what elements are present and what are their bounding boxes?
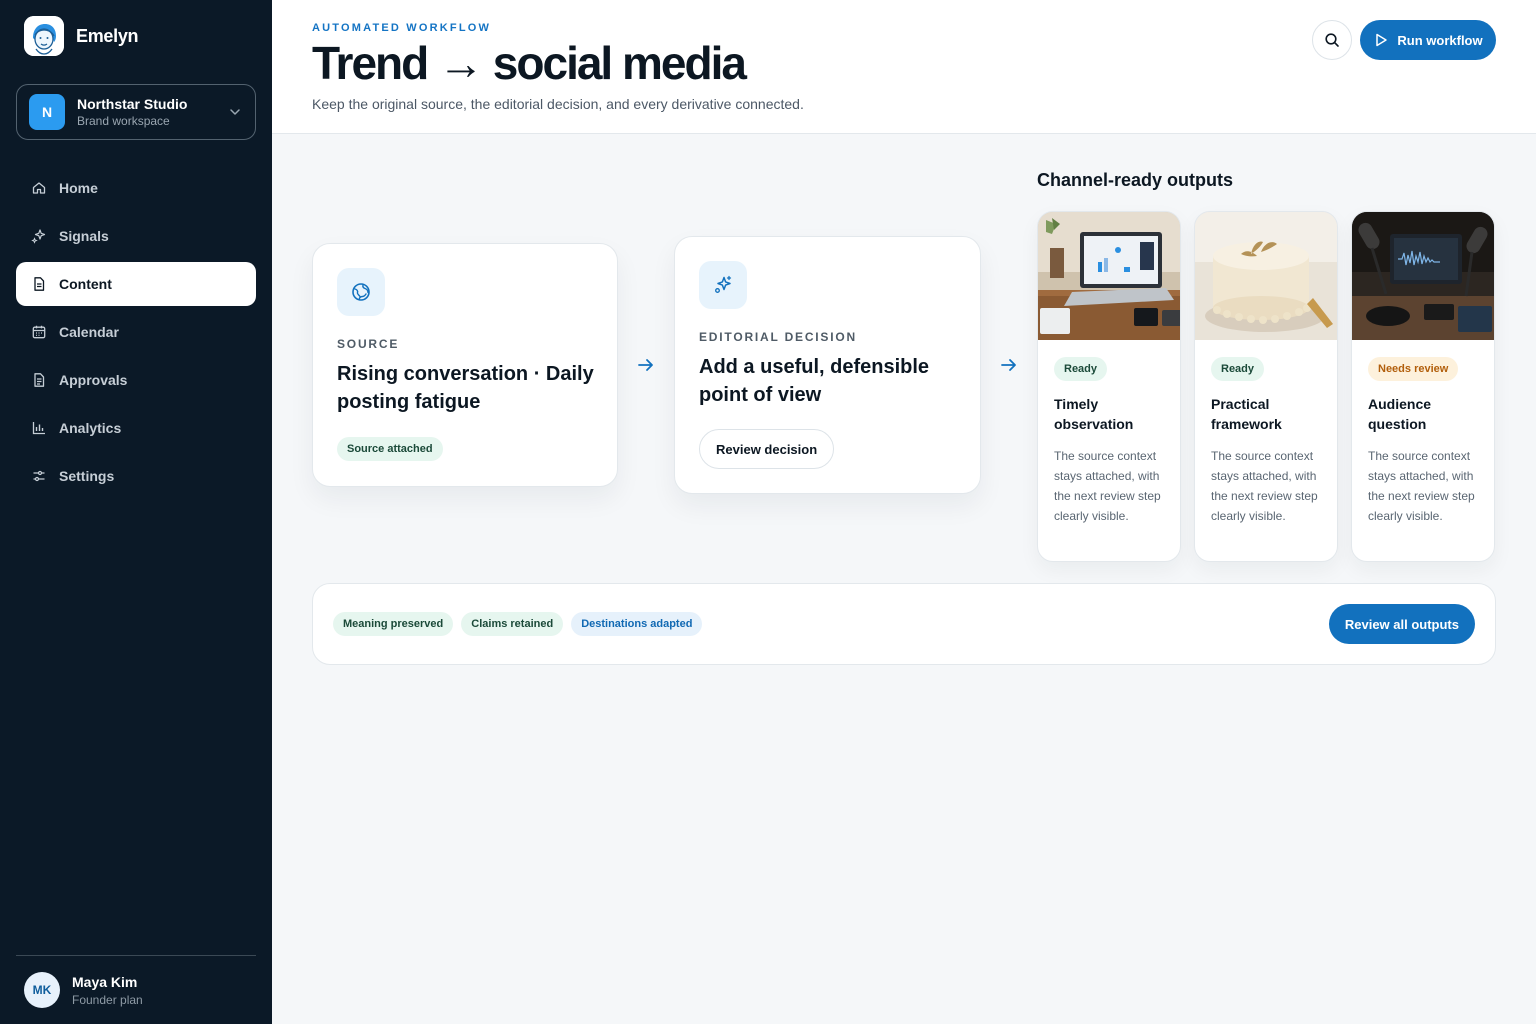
source-attached-badge: Source attached [337,437,443,461]
claims-retained-badge: Claims retained [461,612,564,636]
laptop-desk-photo [1038,212,1180,340]
page-title: Trend → social media [312,37,747,89]
search-button[interactable] [1312,20,1352,60]
user-name: Maya Kim [72,973,138,990]
nav-item-analytics[interactable]: Analytics [16,406,256,450]
editorial-decision-card[interactable]: EDITORIAL DECISION Add a useful, defensi… [674,236,981,494]
outputs-heading: Channel-ready outputs [1037,170,1234,190]
output-card[interactable]: Ready Practical framework The source con… [1194,211,1338,562]
nav-item-home[interactable]: Home [16,166,256,210]
nav-item-content[interactable]: Content [16,262,256,306]
destinations-adapted-badge: Destinations adapted [571,612,703,636]
divider [16,955,256,956]
workspace-name: Northstar Studio [77,96,188,112]
avatar: MK [24,972,60,1008]
decision-kicker: EDITORIAL DECISION [699,330,857,344]
output-description: The source context stays attached, with … [1211,449,1318,523]
page-subtitle: Keep the original source, the editorial … [312,96,804,112]
output-title: Practical framework [1211,396,1282,432]
review-all-outputs-button[interactable]: Review all outputs [1328,604,1475,644]
nav-label-approvals: Approvals [59,372,128,388]
output-title: Audience question [1368,396,1432,432]
output-title: Timely observation [1054,396,1134,432]
review-decision-button[interactable]: Review decision [699,429,835,469]
page-header: AUTOMATED WORKFLOW Trend → social media … [272,0,1536,134]
arrow-right-icon [638,359,653,371]
home-icon [30,179,48,197]
workspace-switcher[interactable]: N Northstar Studio Brand workspace [16,84,256,140]
main-nav: Home Signals Content Calendar Approvals … [16,166,256,502]
nav-label-signals: Signals [59,228,109,244]
output-description: The source context stays attached, with … [1368,449,1475,523]
page-eyebrow: AUTOMATED WORKFLOW [312,22,492,34]
sparkle-icon [699,261,747,309]
document-check-icon [30,371,48,389]
nav-item-signals[interactable]: Signals [16,214,256,258]
nav-label-calendar: Calendar [59,324,119,340]
source-kicker: SOURCE [337,337,400,351]
status-badge: Ready [1211,357,1265,381]
sidebar: Emelyn N Northstar Studio Brand workspac… [0,0,272,1024]
meaning-preserved-badge: Meaning preserved [333,612,454,636]
brand-name: Emelyn [76,25,139,46]
globe-icon [337,268,385,316]
calendar-icon [30,323,48,341]
nav-item-approvals[interactable]: Approvals [16,358,256,402]
cake-photo [1195,212,1337,340]
workspace-avatar: N [29,94,65,130]
brand[interactable]: Emelyn [24,16,139,56]
workspace-subtitle: Brand workspace [77,114,170,128]
document-icon [30,275,48,293]
source-card[interactable]: SOURCE Rising conversation · Daily posti… [312,243,618,487]
summary-bar: Meaning preserved Claims retained Destin… [312,583,1496,665]
user-plan: Founder plan [72,992,143,1007]
output-description: The source context stays attached, with … [1054,449,1161,523]
status-badge: Needs review [1368,357,1459,381]
output-card[interactable]: Needs review Audience question The sourc… [1351,211,1495,562]
nav-label-analytics: Analytics [59,420,122,436]
output-card[interactable]: Ready Timely observation The source cont… [1037,211,1181,562]
run-workflow-button[interactable]: Run workflow [1360,20,1496,60]
nav-label-settings: Settings [59,468,115,484]
nav-label-home: Home [59,180,98,196]
nav-label-content: Content [59,276,112,292]
brand-logo-icon [24,16,64,56]
arrow-right-icon [1001,359,1016,371]
sparkle-icon [30,227,48,245]
run-workflow-label: Run workflow [1397,32,1483,48]
play-icon [1376,33,1388,47]
sliders-icon [30,467,48,485]
decision-title: Add a useful, defensible point of view [699,356,930,406]
nav-item-calendar[interactable]: Calendar [16,310,256,354]
search-icon [1325,33,1339,47]
source-title: Rising conversation · Daily posting fati… [337,363,594,413]
podcast-mic-photo [1352,212,1494,340]
bar-chart-icon [30,419,48,437]
status-badge: Ready [1054,357,1108,381]
chevron-down-icon [230,109,240,115]
user-profile[interactable]: MK Maya Kim Founder plan [24,972,143,1008]
nav-item-settings[interactable]: Settings [16,454,256,498]
